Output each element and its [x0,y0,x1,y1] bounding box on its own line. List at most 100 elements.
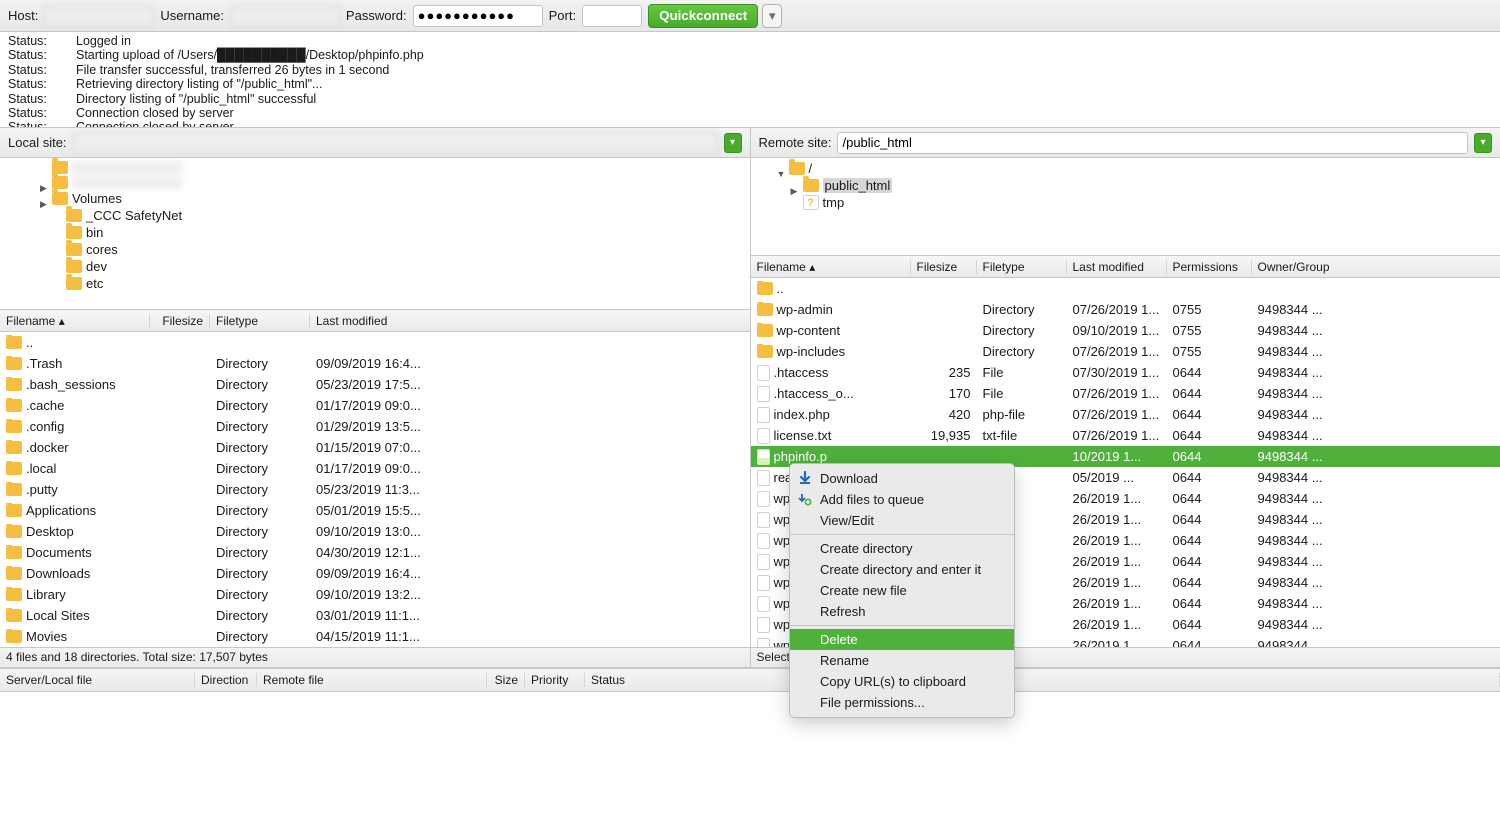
password-input[interactable] [413,5,543,27]
filename: wp-content [777,323,841,338]
menu-view-edit[interactable]: View/Edit [790,510,1014,531]
filetype: Directory [216,377,268,392]
list-item[interactable]: Local Sites Directory 03/01/2019 11:1... [0,605,750,626]
list-item[interactable]: wp-content Directory 09/10/2019 1... 075… [751,320,1500,341]
owner-group: 9498344 ... [1258,449,1323,464]
menu-add-to-queue[interactable]: Add files to queue [790,489,1014,510]
filetype: Directory [216,608,268,623]
list-item[interactable]: index.php 420 php-file 07/26/2019 1... 0… [751,404,1500,425]
col-server[interactable]: Server/Local file [0,673,195,687]
host-input[interactable] [44,5,154,27]
modified: 26/2019 1... [1073,638,1142,647]
col-priority[interactable]: Priority [525,673,585,687]
col-filetype[interactable]: Filetype [210,314,310,328]
list-item[interactable]: .config Directory 01/29/2019 13:5... [0,416,750,437]
menu-create-directory-enter[interactable]: Create directory and enter it [790,559,1014,580]
tree-item[interactable]: _CCC SafetyNet [0,207,750,224]
disclosure-right-icon[interactable] [40,179,48,187]
modified: 09/09/2019 16:4... [316,356,421,371]
col-remote-file[interactable]: Remote file [257,673,487,687]
list-item[interactable]: Movies Directory 04/15/2019 11:1... [0,626,750,647]
list-item[interactable]: .docker Directory 01/15/2019 07:0... [0,437,750,458]
tree-item[interactable]: dev [0,258,750,275]
list-item[interactable]: .. [751,278,1500,299]
tree-item[interactable] [0,160,750,175]
list-item[interactable]: .htaccess_o... 170 File 07/26/2019 1... … [751,383,1500,404]
tree-item[interactable]: bin [0,224,750,241]
local-site-label: Local site: [8,135,67,150]
col-owner[interactable]: Owner/Group [1252,260,1500,274]
col-filename[interactable]: Filename [0,314,150,328]
remote-site-panel: Remote site: ▾ [751,128,1500,157]
col-modified[interactable]: Last modified [1067,260,1167,274]
log-row: Status:Retrieving directory listing of "… [8,77,1492,91]
list-item[interactable]: .local Directory 01/17/2019 09:0... [0,458,750,479]
list-item[interactable]: .bash_sessions Directory 05/23/2019 17:5… [0,374,750,395]
permissions: 0644 [1173,386,1202,401]
list-item[interactable]: Downloads Directory 09/09/2019 16:4... [0,563,750,584]
col-direction[interactable]: Direction [195,673,257,687]
col-permissions[interactable]: Permissions [1167,260,1252,274]
filename: .htaccess_o... [774,386,854,401]
list-item[interactable]: .putty Directory 05/23/2019 11:3... [0,479,750,500]
col-filesize[interactable]: Filesize [911,260,977,274]
disclosure-down-icon[interactable] [777,165,785,173]
list-item[interactable]: Desktop Directory 09/10/2019 13:0... [0,521,750,542]
modified: 26/2019 1... [1073,617,1142,632]
list-item[interactable]: license.txt 19,935 txt-file 07/26/2019 1… [751,425,1500,446]
tree-item[interactable]: etc [0,275,750,292]
col-filename[interactable]: Filename [751,260,911,274]
menu-download[interactable]: Download [790,468,1014,489]
list-item[interactable]: .Trash Directory 09/09/2019 16:4... [0,353,750,374]
modified: 09/10/2019 13:0... [316,524,421,539]
col-size[interactable]: Size [487,673,525,687]
filename: wp-includes [777,344,846,359]
tree-item[interactable]: / [751,160,1500,177]
local-file-list[interactable]: .. .Trash Directory 09/09/2019 16:4... .… [0,332,750,647]
quickconnect-dropdown[interactable]: ▾ [762,4,782,28]
menu-refresh[interactable]: Refresh [790,601,1014,622]
transfer-queue-body[interactable] [0,692,1500,812]
log-label: Status: [8,48,58,62]
port-input[interactable] [582,5,642,27]
message-log[interactable]: Status:Logged inStatus:Starting upload o… [0,32,1500,128]
menu-create-new-file[interactable]: Create new file [790,580,1014,601]
menu-file-permissions[interactable]: File permissions... [790,692,1014,713]
remote-site-input[interactable] [837,132,1468,154]
list-item[interactable]: .. [0,332,750,353]
quickconnect-button[interactable]: Quickconnect [648,4,758,28]
col-filesize[interactable]: Filesize [150,314,210,328]
tree-item[interactable]: public_html [751,177,1500,194]
col-modified[interactable]: Last modified [310,314,750,328]
local-site-dropdown[interactable]: ▾ [724,133,742,153]
local-site-input[interactable] [73,132,718,154]
local-directory-tree[interactable]: Volumes_CCC SafetyNetbincoresdevetc [0,158,750,310]
list-item[interactable]: Documents Directory 04/30/2019 12:1... [0,542,750,563]
menu-copy-url[interactable]: Copy URL(s) to clipboard [790,671,1014,692]
tree-item[interactable]: cores [0,241,750,258]
filename: Applications [26,503,96,518]
remote-site-dropdown[interactable]: ▾ [1474,133,1492,153]
list-item[interactable]: .htaccess 235 File 07/30/2019 1... 0644 … [751,362,1500,383]
menu-rename[interactable]: Rename [790,650,1014,671]
list-item[interactable]: wp-includes Directory 07/26/2019 1... 07… [751,341,1500,362]
disclosure-right-icon[interactable] [791,182,799,190]
remote-list-header[interactable]: Filename Filesize Filetype Last modified… [751,256,1500,278]
list-item[interactable]: .cache Directory 01/17/2019 09:0... [0,395,750,416]
col-status[interactable]: Status [585,673,1500,687]
disclosure-right-icon[interactable] [40,195,48,203]
remote-directory-tree[interactable]: /public_html?tmp [751,158,1500,256]
username-input[interactable] [230,5,340,27]
list-item[interactable]: wp-admin Directory 07/26/2019 1... 0755 … [751,299,1500,320]
transfer-queue-header[interactable]: Server/Local file Direction Remote file … [0,668,1500,692]
local-list-header[interactable]: Filename Filesize Filetype Last modified [0,310,750,332]
list-item[interactable]: Applications Directory 05/01/2019 15:5..… [0,500,750,521]
local-site-panel: Local site: ▾ [0,128,751,157]
tree-item[interactable]: ?tmp [751,194,1500,211]
menu-create-directory[interactable]: Create directory [790,538,1014,559]
menu-delete[interactable]: Delete [790,629,1014,650]
tree-item[interactable] [0,175,750,190]
tree-item[interactable]: Volumes [0,190,750,207]
list-item[interactable]: Library Directory 09/10/2019 13:2... [0,584,750,605]
col-filetype[interactable]: Filetype [977,260,1067,274]
